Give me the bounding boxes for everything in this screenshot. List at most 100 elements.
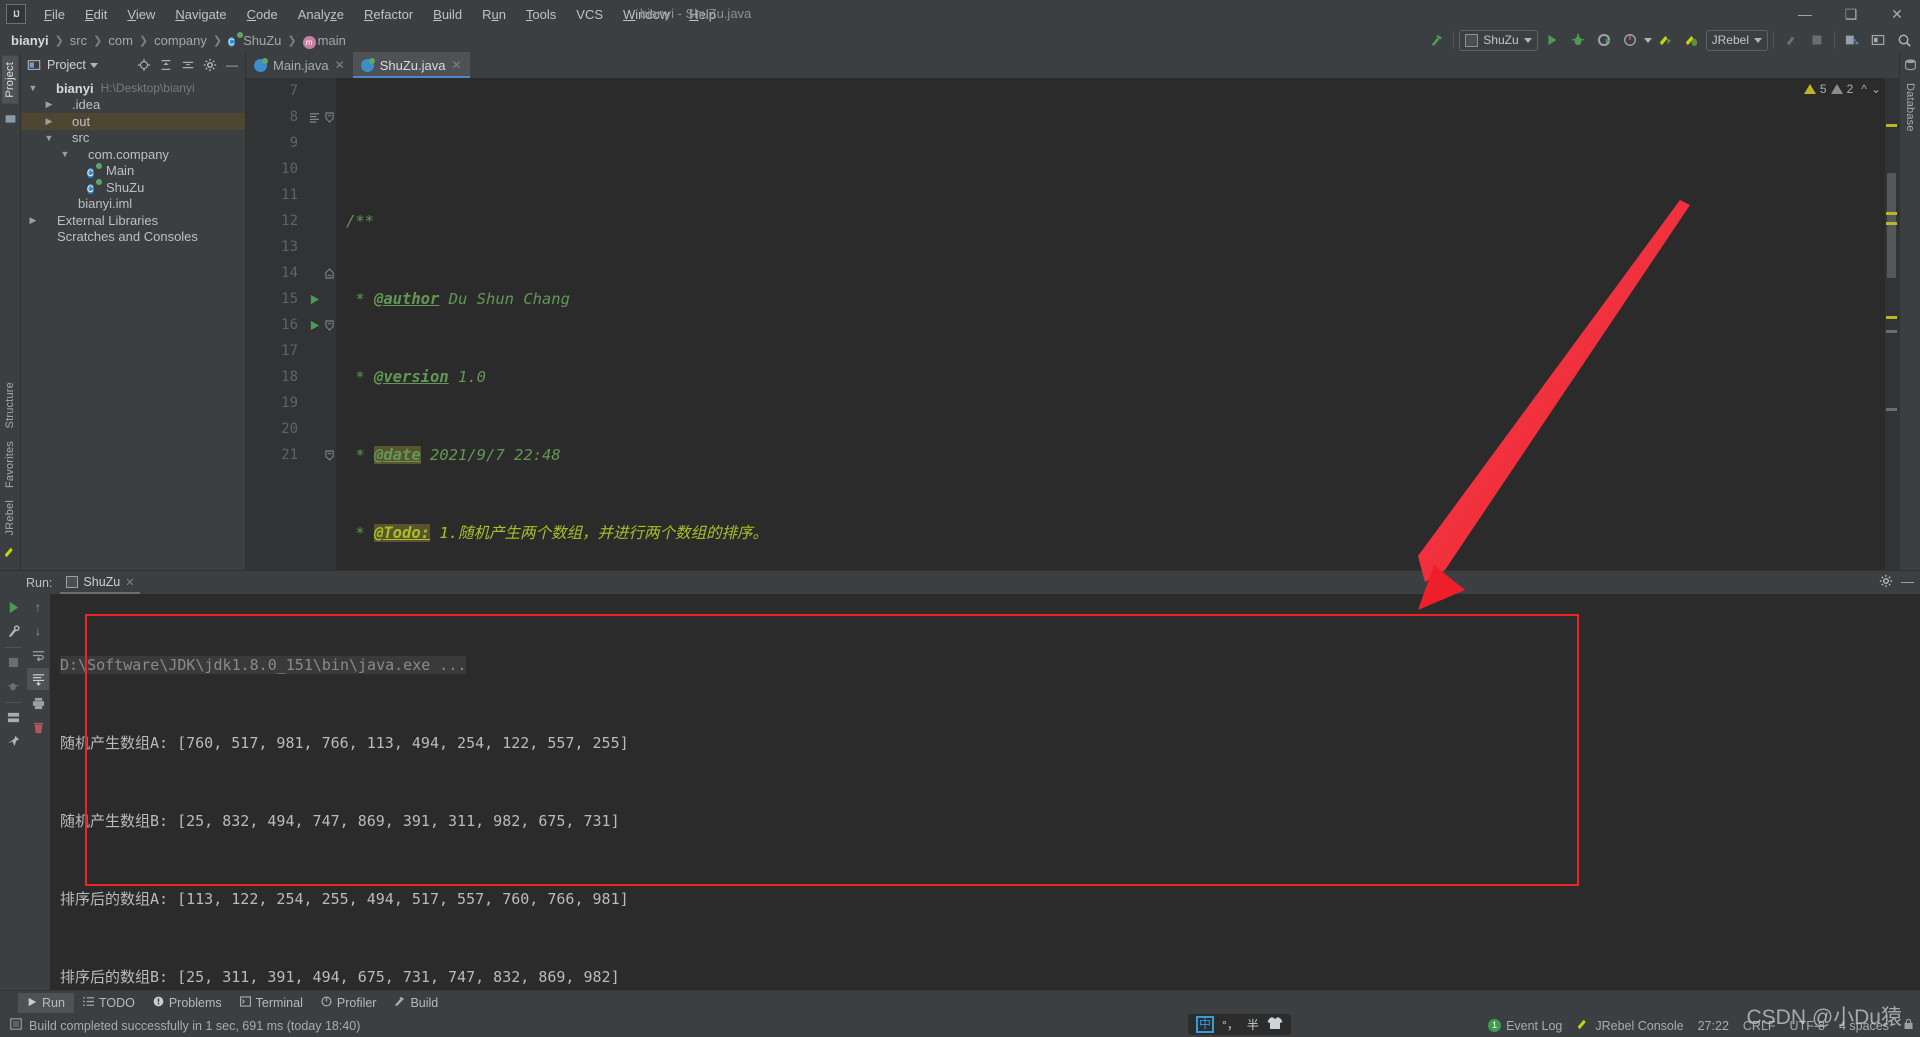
- chevron-down-icon[interactable]: ▼: [27, 83, 39, 93]
- breadcrumb-company[interactable]: company: [151, 32, 210, 49]
- tree-node-bianyi[interactable]: ▼ bianyi H:\Desktop\bianyi: [21, 80, 245, 97]
- scrollbar-thumb[interactable]: [1887, 173, 1896, 278]
- run-configuration-selector[interactable]: ShuZu: [1459, 29, 1538, 51]
- menu-view[interactable]: View: [117, 3, 165, 26]
- hide-panel-icon[interactable]: —: [1901, 574, 1914, 591]
- bottom-tab-run[interactable]: Run: [18, 992, 74, 1013]
- event-log-button[interactable]: 1 Event Log: [1488, 1019, 1562, 1033]
- prev-problem-icon[interactable]: ^: [1861, 82, 1867, 96]
- ime-punctuation-icon[interactable]: °，: [1222, 1016, 1239, 1033]
- database-icon[interactable]: [1840, 29, 1864, 51]
- stripe-warning-marker[interactable]: [1886, 222, 1897, 225]
- bottom-tab-profiler[interactable]: Profiler: [312, 993, 386, 1013]
- menu-refactor[interactable]: Refactor: [354, 3, 423, 26]
- profiler-chevron-down-icon[interactable]: [1643, 37, 1652, 43]
- menu-tools[interactable]: Tools: [516, 3, 566, 26]
- tree-node-shuzu[interactable]: C ShuZu: [21, 179, 245, 196]
- breadcrumb-com[interactable]: com: [105, 32, 136, 49]
- build-hammer-icon[interactable]: [1424, 29, 1448, 51]
- bottom-tab-build[interactable]: Build: [385, 993, 447, 1013]
- menu-file[interactable]: FFileile: [34, 3, 75, 26]
- tree-node-bianyi-iml[interactable]: bianyi.iml: [21, 196, 245, 213]
- line-separator[interactable]: CRLF: [1743, 1019, 1776, 1033]
- bottom-tab-terminal[interactable]: Terminal: [231, 993, 312, 1013]
- stripe-warning-marker[interactable]: [1886, 212, 1897, 215]
- next-problem-icon[interactable]: ⌄: [1871, 82, 1881, 96]
- jrebel-debug-icon[interactable]: [1680, 29, 1704, 51]
- maximize-button[interactable]: ❑: [1828, 0, 1874, 28]
- stripe-warning-marker[interactable]: [1886, 316, 1897, 319]
- editor-tab-main-java[interactable]: Main.java ✕: [246, 52, 353, 78]
- fold-start-icon[interactable]: [322, 312, 336, 338]
- chevron-down-icon[interactable]: ▼: [59, 149, 71, 159]
- soft-wrap-icon[interactable]: [27, 644, 49, 666]
- lock-icon[interactable]: [1903, 1018, 1914, 1033]
- caret-position[interactable]: 27:22: [1698, 1019, 1729, 1033]
- source-text[interactable]: /** * @author Du Shun Chang * @version 1…: [336, 78, 1885, 570]
- run-tab-shuzu[interactable]: ShuZu ✕: [60, 573, 141, 594]
- menu-build[interactable]: Build: [423, 3, 472, 26]
- menu-vcs[interactable]: VCS: [566, 3, 613, 26]
- close-button[interactable]: ✕: [1874, 0, 1920, 28]
- sidebar-tab-structure[interactable]: Structure: [2, 376, 18, 434]
- menu-navigate[interactable]: Navigate: [165, 3, 236, 26]
- clear-all-icon[interactable]: [27, 716, 49, 738]
- rerun-button[interactable]: [2, 596, 24, 618]
- breadcrumb-bianyi[interactable]: bianyi: [8, 32, 52, 49]
- sidebar-tab-project[interactable]: Project: [2, 56, 18, 104]
- jrebel-console-button[interactable]: JRebel Console: [1576, 1017, 1684, 1034]
- close-icon[interactable]: ✕: [451, 58, 461, 72]
- down-arrow-icon[interactable]: ↓: [27, 620, 49, 642]
- console-output[interactable]: D:\Software\JDK\jdk1.8.0_151\bin\java.ex…: [50, 594, 1920, 990]
- debug-button[interactable]: [1566, 29, 1590, 51]
- sidebar-tab-database[interactable]: Database: [1902, 77, 1918, 138]
- breadcrumb-shuzu[interactable]: C ShuZu: [225, 32, 284, 49]
- locate-icon[interactable]: [135, 56, 153, 74]
- run-with-coverage-button[interactable]: [1592, 29, 1616, 51]
- bottom-tab-todo[interactable]: TODO: [74, 993, 144, 1013]
- jrebel-run-icon[interactable]: [1654, 29, 1678, 51]
- code-folding-gutter[interactable]: [322, 78, 336, 570]
- tree-node-idea[interactable]: ▶ .idea: [21, 97, 245, 114]
- menu-code[interactable]: Code: [237, 3, 288, 26]
- chevron-down-icon[interactable]: [89, 62, 98, 68]
- chevron-right-icon[interactable]: ▶: [43, 99, 55, 110]
- ime-lang-icon[interactable]: 中: [1196, 1016, 1215, 1033]
- indent-setting[interactable]: 4 spaces: [1839, 1019, 1889, 1033]
- jrebel-config-selector[interactable]: JRebel: [1705, 29, 1768, 51]
- breadcrumb-main[interactable]: m main: [300, 32, 349, 49]
- edit-configuration-icon[interactable]: [2, 620, 24, 642]
- tree-node-scratches[interactable]: Scratches and Consoles: [21, 229, 245, 246]
- menu-analyze[interactable]: Analyze: [288, 3, 354, 26]
- profile-button[interactable]: [1618, 29, 1642, 51]
- code-editor[interactable]: 5 2 ^ ⌄ 7 8 9 10 11 12 13 14 15 16 17 18…: [246, 78, 1899, 570]
- inspection-widget[interactable]: 5 2 ^ ⌄: [1803, 82, 1881, 96]
- bottom-tab-problems[interactable]: Problems: [144, 993, 231, 1013]
- sidebar-tab-jrebel[interactable]: JRebel: [2, 494, 18, 541]
- chevron-right-icon[interactable]: ▶: [43, 116, 55, 127]
- fold-end-icon[interactable]: [322, 260, 336, 286]
- stripe-warning-marker[interactable]: [1886, 124, 1897, 127]
- run-marker-gutter[interactable]: [306, 78, 322, 570]
- project-tree[interactable]: ▼ bianyi H:\Desktop\bianyi ▶ .idea ▶ out: [21, 78, 245, 570]
- hide-panel-icon[interactable]: —: [223, 56, 241, 74]
- menu-run[interactable]: Run: [472, 3, 516, 26]
- tree-node-out[interactable]: ▶ out: [21, 113, 245, 130]
- sidebar-tab-favorites[interactable]: Favorites: [2, 435, 18, 494]
- ime-indicator[interactable]: 中 °， 半: [1188, 1014, 1291, 1035]
- stripe-weak-warning-marker[interactable]: [1886, 330, 1897, 333]
- ime-skin-icon[interactable]: [1267, 1016, 1283, 1033]
- tree-node-src[interactable]: ▼ src: [21, 130, 245, 147]
- file-encoding[interactable]: UTF-8: [1790, 1019, 1825, 1033]
- fold-start-icon[interactable]: [322, 442, 336, 468]
- breadcrumb-src[interactable]: src: [67, 32, 90, 49]
- pin-tab-icon[interactable]: [2, 730, 24, 752]
- run-class-gutter-icon[interactable]: [306, 286, 322, 312]
- fold-start-icon[interactable]: [322, 104, 336, 130]
- ime-width-icon[interactable]: 半: [1247, 1016, 1259, 1033]
- scroll-to-end-icon[interactable]: [27, 668, 49, 690]
- expand-all-icon[interactable]: [179, 56, 197, 74]
- minimize-button[interactable]: —: [1782, 0, 1828, 28]
- menu-edit[interactable]: Edit: [75, 3, 117, 26]
- print-icon[interactable]: [27, 692, 49, 714]
